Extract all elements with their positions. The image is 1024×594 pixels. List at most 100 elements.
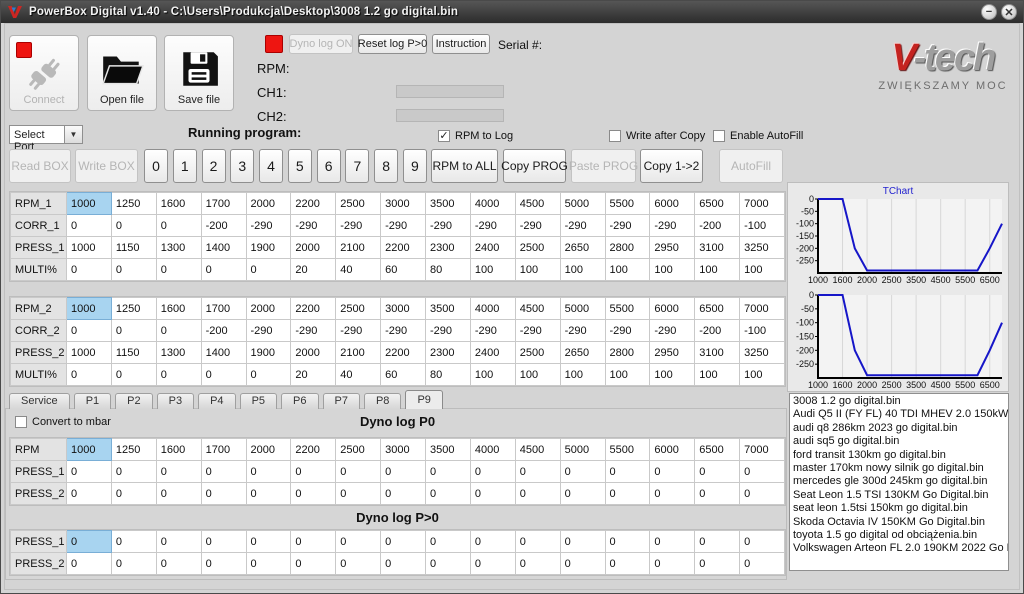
table-cell[interactable]: -290: [425, 319, 471, 342]
table-cell[interactable]: 0: [514, 552, 561, 575]
table-cell[interactable]: 100: [649, 258, 696, 281]
table-cell[interactable]: -100: [739, 319, 785, 342]
dyno-log-on-button[interactable]: Dyno log ON: [289, 34, 353, 54]
open-file-button[interactable]: Open file: [87, 35, 157, 111]
table-cell[interactable]: 100: [514, 258, 561, 281]
table-cell[interactable]: 0: [469, 530, 516, 553]
minimize-button[interactable]: −: [981, 4, 997, 20]
table-cell[interactable]: 2200: [380, 236, 426, 259]
table-cell[interactable]: 0: [469, 552, 516, 575]
table-cell[interactable]: 60: [380, 363, 426, 386]
digit-button-6[interactable]: 6: [316, 149, 341, 183]
file-list-item[interactable]: Skoda Octavia IV 150KM Go Digital.bin: [793, 516, 1008, 529]
table-cell[interactable]: 0: [155, 530, 202, 553]
file-list[interactable]: 3008 1.2 go digital.bin Audi Q5 II (FY FL…: [789, 393, 1009, 571]
table-cell[interactable]: 2500: [514, 341, 561, 364]
table-cell[interactable]: 6500: [694, 438, 741, 461]
table-cell[interactable]: 0: [514, 460, 561, 483]
table-cell[interactable]: -290: [425, 214, 471, 237]
table-cell[interactable]: 2650: [559, 341, 606, 364]
table-cell[interactable]: 0: [649, 460, 696, 483]
table-cell[interactable]: 0: [559, 460, 606, 483]
table-cell[interactable]: 0: [245, 482, 292, 505]
table-cell[interactable]: 2000: [245, 192, 292, 215]
table-cell[interactable]: 100: [604, 258, 651, 281]
table-cell[interactable]: -290: [514, 319, 561, 342]
table-cell[interactable]: 3500: [425, 438, 471, 461]
table-cell[interactable]: 1600: [155, 192, 202, 215]
tab-p2[interactable]: P2: [115, 393, 153, 409]
table-cell[interactable]: 0: [559, 482, 606, 505]
table-cell[interactable]: 2500: [335, 297, 382, 320]
digit-button-7[interactable]: 7: [345, 149, 370, 183]
table-cell[interactable]: 5500: [604, 438, 651, 461]
table-cell[interactable]: -290: [469, 319, 516, 342]
table-cell[interactable]: 1150: [110, 236, 157, 259]
table-cell[interactable]: 0: [514, 530, 561, 553]
table-cell[interactable]: 0: [694, 530, 741, 553]
table-cell[interactable]: 60: [380, 258, 426, 281]
table-cell[interactable]: 0: [559, 530, 606, 553]
table-cell[interactable]: 0: [694, 552, 741, 575]
table-cell[interactable]: 0: [66, 530, 112, 553]
table-cell[interactable]: 0: [66, 482, 112, 505]
table-cell[interactable]: 4000: [469, 297, 516, 320]
table-cell[interactable]: 0: [155, 482, 202, 505]
table-cell[interactable]: 1150: [110, 341, 157, 364]
table-cell[interactable]: 0: [335, 460, 382, 483]
file-list-item[interactable]: audi q8 286km 2023 go digital.bin: [793, 422, 1008, 435]
table-cell[interactable]: 2200: [290, 192, 337, 215]
table-cell[interactable]: 0: [200, 258, 247, 281]
table-cell[interactable]: -290: [335, 214, 382, 237]
file-list-item[interactable]: seat leon 1.5tsi 150km go digital.bin: [793, 502, 1008, 515]
table-cell[interactable]: 2000: [245, 297, 292, 320]
file-list-item[interactable]: ford transit 130km go digital.bin: [793, 449, 1008, 462]
table-cell[interactable]: 7000: [739, 192, 785, 215]
table-cell[interactable]: 0: [425, 460, 471, 483]
table-cell[interactable]: 100: [469, 258, 516, 281]
table-cell[interactable]: 2300: [425, 341, 471, 364]
table-cell[interactable]: 0: [155, 460, 202, 483]
table-cell[interactable]: 0: [155, 258, 202, 281]
table-cell[interactable]: 2800: [604, 341, 651, 364]
table-cell[interactable]: 3100: [694, 236, 741, 259]
chevron-down-icon[interactable]: ▼: [65, 125, 83, 144]
table-cell[interactable]: 0: [649, 530, 696, 553]
table-cell[interactable]: 1600: [155, 438, 202, 461]
table-cell[interactable]: 3250: [739, 236, 785, 259]
table-cell[interactable]: 40: [335, 363, 382, 386]
table-cell[interactable]: 0: [245, 258, 292, 281]
table-cell[interactable]: 0: [739, 530, 785, 553]
table-cell[interactable]: 0: [380, 552, 426, 575]
table-cell[interactable]: 6500: [694, 297, 741, 320]
table-cell[interactable]: 0: [604, 460, 651, 483]
table-cell[interactable]: 3500: [425, 297, 471, 320]
table-cell[interactable]: 0: [469, 460, 516, 483]
table-cell[interactable]: 0: [335, 530, 382, 553]
table-cell[interactable]: 100: [739, 363, 785, 386]
copy-1-2-button[interactable]: Copy 1->2: [640, 149, 703, 183]
file-list-item[interactable]: master 170km nowy silnik go digital.bin: [793, 462, 1008, 475]
table-cell[interactable]: 1000: [66, 297, 112, 320]
table-cell[interactable]: 0: [290, 552, 337, 575]
select-port-dropdown[interactable]: Select Port ▼: [9, 125, 83, 153]
table-cell[interactable]: 0: [110, 319, 157, 342]
table-cell[interactable]: 2100: [335, 341, 382, 364]
write-box-button[interactable]: Write BOX: [75, 149, 138, 183]
table-cell[interactable]: 2500: [514, 236, 561, 259]
table-cell[interactable]: 2200: [380, 341, 426, 364]
table-cell[interactable]: 100: [559, 363, 606, 386]
table-cell[interactable]: 1400: [200, 341, 247, 364]
digit-button-5[interactable]: 5: [287, 149, 312, 183]
table-cell[interactable]: 2300: [425, 236, 471, 259]
table-cell[interactable]: 40: [335, 258, 382, 281]
table-cell[interactable]: 2400: [469, 341, 516, 364]
file-list-item[interactable]: 3008 1.2 go digital.bin: [793, 395, 1008, 408]
title-bar[interactable]: PowerBox Digital v1.40 - C:\Users\Produk…: [1, 1, 1023, 23]
table-cell[interactable]: 6000: [649, 438, 696, 461]
table-cell[interactable]: 4500: [514, 438, 561, 461]
table-cell[interactable]: 0: [739, 482, 785, 505]
table-cell[interactable]: 0: [155, 552, 202, 575]
table-cell[interactable]: 1000: [66, 438, 112, 461]
table-cell[interactable]: 0: [200, 363, 247, 386]
